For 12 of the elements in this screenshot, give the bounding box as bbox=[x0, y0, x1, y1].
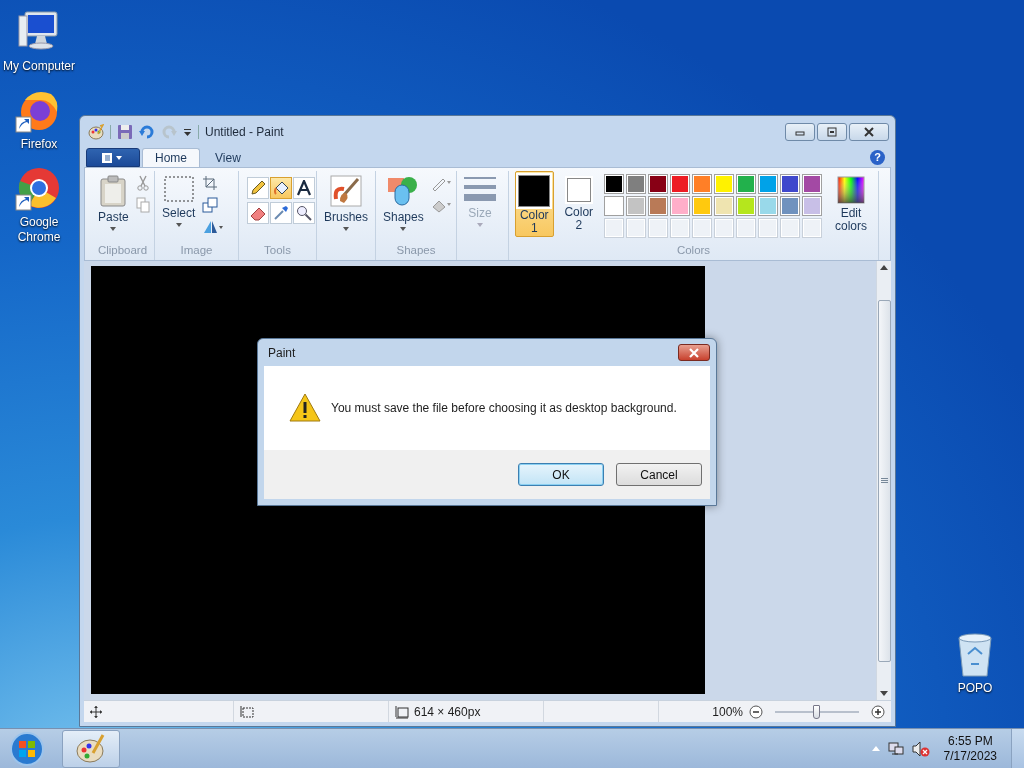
group-label: Shapes bbox=[395, 244, 437, 258]
color-slot-label: Color 2 bbox=[563, 206, 595, 232]
group-label: Image bbox=[179, 244, 214, 258]
zoom-level-text: 100% bbox=[712, 704, 743, 719]
dialog-message: You must save the file before choosing it as desktop background. bbox=[331, 401, 677, 415]
dialog-title: Paint bbox=[268, 345, 296, 360]
group-label: Tools bbox=[263, 244, 292, 258]
color-slot-label: Color 1 bbox=[518, 209, 550, 235]
group-label: Clipboard bbox=[96, 244, 149, 258]
group-label: Colors bbox=[675, 244, 712, 258]
canvas-size-text: 614 × 460px bbox=[414, 704, 481, 719]
window-title: Untitled - Paint bbox=[205, 125, 284, 139]
